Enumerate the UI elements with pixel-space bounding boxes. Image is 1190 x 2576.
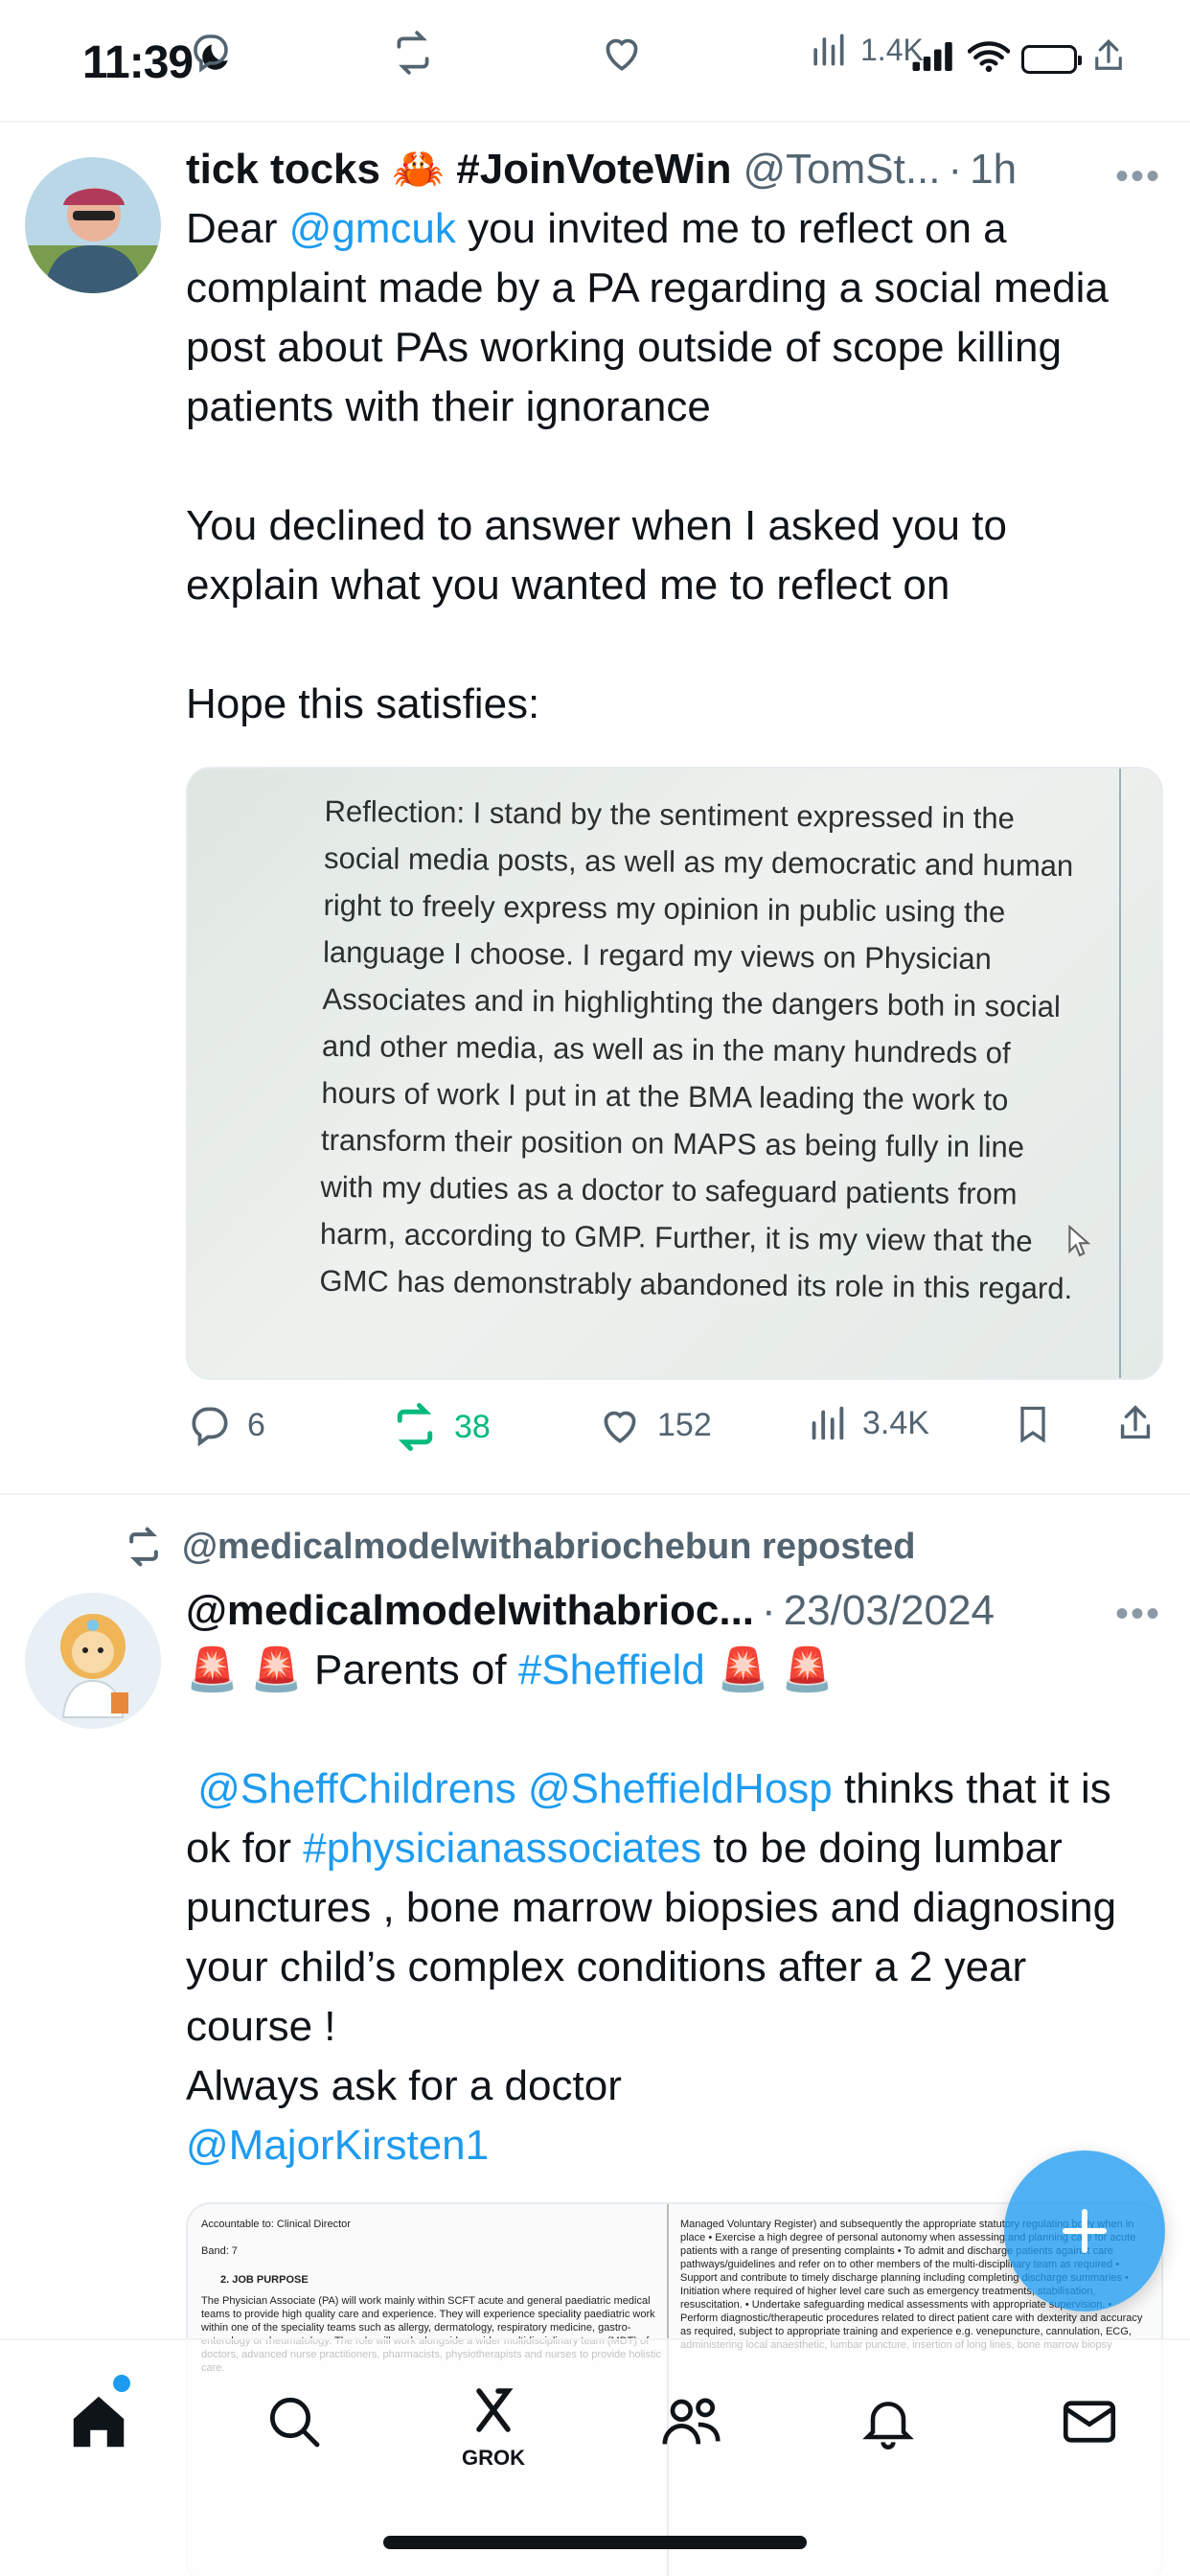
like-icon bbox=[604, 1411, 636, 1443]
wifi-icon bbox=[967, 40, 1011, 78]
share-icon[interactable] bbox=[1088, 34, 1129, 83]
nav-search[interactable] bbox=[251, 2379, 337, 2465]
views-count[interactable]: 1.4K bbox=[807, 29, 924, 71]
repost-button[interactable]: 38 bbox=[389, 1401, 491, 1453]
notification-dot bbox=[113, 2375, 130, 2392]
like-count: 152 bbox=[657, 1406, 712, 1443]
home-indicator[interactable] bbox=[383, 2536, 807, 2549]
bookmark-icon[interactable] bbox=[1012, 1401, 1054, 1447]
nav-home[interactable] bbox=[56, 2375, 142, 2465]
handle[interactable]: @TomSt... bbox=[743, 146, 940, 194]
repost-icon[interactable] bbox=[389, 29, 437, 77]
grok-label: GROK bbox=[462, 2446, 525, 2470]
share-icon[interactable] bbox=[1113, 1401, 1157, 1447]
home-icon bbox=[73, 2396, 125, 2448]
nav-messages[interactable] bbox=[1046, 2379, 1133, 2465]
communities-icon bbox=[662, 2398, 721, 2445]
views-icon bbox=[812, 1406, 844, 1440]
system-icons bbox=[912, 34, 1129, 83]
avatar[interactable] bbox=[25, 157, 161, 293]
timestamp[interactable]: 1h bbox=[970, 146, 1017, 194]
compose-button[interactable] bbox=[1004, 2150, 1165, 2312]
reply-icon[interactable] bbox=[188, 29, 234, 75]
like-icon[interactable] bbox=[598, 29, 646, 77]
nav-notifications[interactable] bbox=[845, 2379, 931, 2465]
tweet-image[interactable]: Reflection: I stand by the sentiment exp… bbox=[186, 767, 1163, 1380]
mention-link[interactable]: @SheffChildrens bbox=[197, 1765, 515, 1812]
bell-icon bbox=[862, 2402, 914, 2450]
cursor-icon bbox=[1067, 1224, 1092, 1262]
more-options-icon[interactable]: ••• bbox=[1115, 1593, 1161, 1636]
repost-label: @medicalmodelwithabriochebun reposted bbox=[182, 1526, 916, 1567]
tweet-header: @medicalmodelwithabrioc... · 23/03/2024 bbox=[186, 1587, 1165, 1635]
plus-icon bbox=[1063, 2209, 1107, 2253]
more-options-icon[interactable]: ••• bbox=[1115, 155, 1161, 198]
views-button[interactable]: 3.4K bbox=[805, 1401, 929, 1445]
nav-grok[interactable]: GROK bbox=[450, 2379, 537, 2470]
hashtag-link[interactable]: #physicianassociates bbox=[303, 1825, 701, 1872]
image-edge bbox=[1119, 769, 1121, 1378]
mail-icon bbox=[1063, 2401, 1116, 2443]
repost-icon bbox=[397, 1403, 433, 1451]
mention-link[interactable]: @gmcuk bbox=[289, 205, 456, 252]
reply-count: 6 bbox=[247, 1406, 265, 1443]
reply-button[interactable]: 6 bbox=[186, 1401, 265, 1449]
mention-link[interactable]: @SheffieldHosp bbox=[528, 1765, 833, 1812]
separator-dot: · bbox=[948, 146, 963, 193]
tweet-divider bbox=[0, 1493, 1190, 1495]
status-bar: 11:39 1.4K bbox=[0, 0, 1190, 123]
display-name[interactable]: @medicalmodelwithabrioc... bbox=[186, 1587, 754, 1635]
repost-count: 38 bbox=[454, 1408, 491, 1445]
display-name[interactable]: tick tocks 🦀 #JoinVoteWin bbox=[186, 144, 731, 194]
repost-icon bbox=[129, 1527, 158, 1567]
nav-communities[interactable] bbox=[650, 2379, 736, 2465]
signal-icon bbox=[912, 42, 956, 76]
repost-indicator[interactable]: @medicalmodelwithabriochebun reposted bbox=[123, 1526, 916, 1568]
tweet-text: Dear @gmcuk you invited me to reflect on… bbox=[186, 205, 1109, 727]
search-icon bbox=[269, 2397, 320, 2448]
tweet-text: 🚨 🚨 Parents of #Sheffield 🚨 🚨 @SheffChil… bbox=[186, 1646, 1117, 2169]
mention-link[interactable]: @MajorKirsten1 bbox=[186, 2122, 489, 2169]
avatar[interactable] bbox=[25, 1593, 161, 1729]
tweet-header: tick tocks 🦀 #JoinVoteWin @TomSt... · 1h bbox=[186, 144, 1165, 194]
reply-icon bbox=[192, 1407, 228, 1447]
hashtag-link[interactable]: #Sheffield bbox=[518, 1646, 705, 1693]
timestamp[interactable]: 23/03/2024 bbox=[784, 1587, 995, 1635]
tweet-actions: 6 38 152 3.4K bbox=[186, 1401, 1163, 1459]
separator-dot: · bbox=[762, 1587, 776, 1634]
like-button[interactable]: 152 bbox=[596, 1401, 712, 1449]
view-count: 3.4K bbox=[862, 1404, 929, 1441]
image-text: Reflection: I stand by the sentiment exp… bbox=[319, 794, 1074, 1306]
battery-icon bbox=[1021, 44, 1082, 74]
views-icon bbox=[813, 34, 844, 66]
grok-icon bbox=[476, 2388, 514, 2432]
